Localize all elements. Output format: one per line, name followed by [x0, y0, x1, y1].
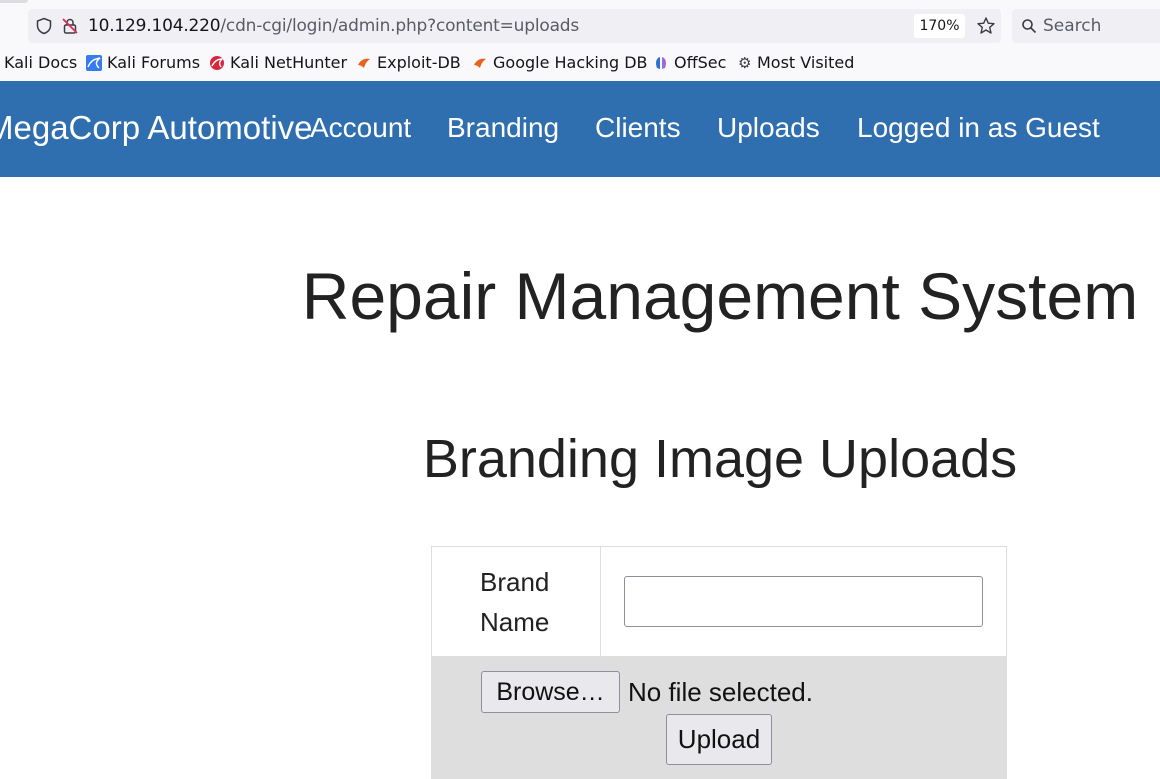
url-path: /cdn-cgi/login/admin.php?content=uploads [220, 16, 580, 36]
brand-name-input[interactable] [624, 576, 983, 627]
section-title: Branding Image Uploads [422, 429, 1018, 489]
nav-logged-in-user[interactable]: Logged in as Guest [857, 112, 1100, 144]
url-text[interactable]: 10.129.104.220/cdn-cgi/login/admin.php?c… [88, 16, 579, 36]
shield-icon[interactable] [35, 17, 53, 35]
brand-name-label: Brand Name [480, 567, 550, 637]
nav-branding[interactable]: Branding [447, 112, 559, 144]
cell-divider [600, 547, 601, 658]
bookmark-label: Kali NetHunter [230, 53, 348, 72]
nav-clients[interactable]: Clients [595, 112, 681, 144]
search-placeholder: Search [1043, 16, 1102, 36]
offsec-icon [656, 56, 666, 69]
url-host: 10.129.104.220 [88, 16, 221, 36]
bookmark-label: Exploit-DB [377, 53, 461, 72]
bookmark-offsec[interactable]: OffSec [653, 53, 726, 72]
kali-forums-icon [86, 54, 102, 71]
exploit-db-icon [358, 58, 370, 68]
bookmark-most-visited[interactable]: ⚙ Most Visited [738, 53, 854, 72]
zoom-level-button[interactable]: 170% [914, 14, 965, 38]
bookmark-kali-nethunter[interactable]: Kali NetHunter [209, 53, 347, 72]
bookmark-label: Google Hacking DB [493, 53, 648, 72]
bookmark-label: OffSec [674, 53, 727, 72]
gear-icon: ⚙ [738, 53, 752, 72]
nav-account[interactable]: Account [310, 112, 411, 144]
search-icon [1022, 19, 1037, 34]
file-status-text: No file selected. [628, 677, 813, 707]
bookmark-kali-docs[interactable]: Kali Docs [4, 53, 77, 72]
search-box[interactable]: Search [1012, 9, 1160, 43]
bookmark-google-hacking-db[interactable]: Google Hacking DB [472, 53, 648, 72]
bookmarks-toolbar: Kali Docs Kali Forums Kali NetHunter Exp… [0, 44, 1160, 82]
browser-toolbar: 10.129.104.220/cdn-cgi/login/admin.php?c… [0, 0, 1160, 44]
page-title: Repair Management System [301, 259, 1139, 333]
browse-file-button[interactable]: Browse… [481, 671, 620, 713]
navbar-brand[interactable]: MegaCorp Automotive [0, 109, 313, 147]
brand-row: Brand Name [431, 546, 1007, 658]
nethunter-icon [210, 55, 224, 70]
bookmark-label: Most Visited [757, 53, 855, 72]
file-row: Browse… No file selected. Upload [431, 657, 1007, 779]
bookmark-label: Kali Forums [107, 53, 201, 72]
bookmark-exploit-db[interactable]: Exploit-DB [356, 53, 461, 72]
insecure-lock-icon[interactable] [61, 17, 79, 35]
site-navbar: MegaCorp Automotive Account Branding Cli… [0, 81, 1160, 177]
tab-strip-edge [0, 0, 28, 3]
nav-uploads[interactable]: Uploads [717, 112, 820, 144]
bookmark-label: Kali Docs [4, 53, 78, 72]
bookmark-kali-forums[interactable]: Kali Forums [86, 53, 200, 72]
upload-button[interactable]: Upload [666, 714, 772, 765]
address-bar[interactable]: 10.129.104.220/cdn-cgi/login/admin.php?c… [28, 9, 1001, 43]
bookmark-star-icon[interactable] [976, 16, 996, 36]
ghdb-icon [474, 58, 486, 68]
